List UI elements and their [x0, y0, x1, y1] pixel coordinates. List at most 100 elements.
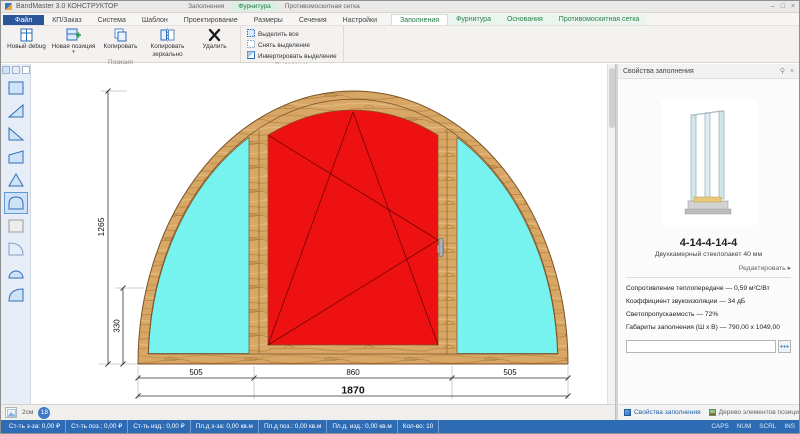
status-order-area: Пл.д з-за: 0,00 кв.м: [191, 420, 259, 433]
new-position-icon: [66, 28, 81, 42]
num-lock-indicator: NUM: [736, 423, 752, 430]
shape-arch-window[interactable]: [3, 192, 28, 214]
drawing-canvas[interactable]: 505 860 505 1870 1265 330: [31, 64, 615, 420]
contextual-tab-group: Заполнения Фурнитура Противомоскитная се…: [182, 2, 366, 11]
dim-label-left-width: 505: [189, 368, 203, 377]
glazing-name: 4-14-4-14-4: [679, 237, 738, 249]
status-product-cost: Ст-ть изд.: 0,00 ₽: [128, 420, 191, 433]
tab-bases[interactable]: Основания: [499, 14, 551, 25]
tab-settings[interactable]: Настройки: [335, 15, 385, 25]
mini-tool-window-icon[interactable]: [1, 66, 10, 74]
shape-rect-window[interactable]: [4, 77, 28, 99]
new-position-button[interactable]: Новая позиция ▾: [50, 27, 97, 54]
filling-search-input[interactable]: [626, 340, 776, 354]
filling-properties-icon: [624, 409, 631, 416]
dim-label-total-height: 1265: [96, 217, 106, 236]
tab-system[interactable]: Система: [90, 15, 134, 25]
delete-button[interactable]: Удалить: [191, 27, 238, 51]
ctx-tab-fillings[interactable]: Заполнения: [182, 2, 230, 11]
copy-button[interactable]: Копировать: [97, 27, 144, 51]
shape-quarter-arch-mirror[interactable]: [4, 284, 28, 306]
insert-indicator: INS: [784, 423, 795, 430]
new-debug-button[interactable]: Новый debug: [3, 27, 50, 51]
statusbar: Ст-ть з-за: 0,00 ₽ Ст-ть поз.: 0,00 ₽ Ст…: [1, 420, 799, 433]
ribbon-tabs: Файл КП/Заказ Система Шаблон Проектирова…: [1, 13, 799, 26]
vertical-scrollbar[interactable]: [607, 64, 615, 404]
close-button[interactable]: ×: [791, 2, 795, 12]
app-icon: [5, 3, 12, 10]
status-position-cost: Ст-ть поз.: 0,00 ₽: [66, 420, 129, 433]
mini-tool-layers-icon[interactable]: [11, 66, 20, 74]
tab-element-tree[interactable]: Дерево элементов позиции: [708, 409, 799, 416]
tab-mosquito-net[interactable]: Противомоскитная сетка: [551, 14, 648, 25]
glazing-description: Двухкамерный стеклопакет 40 мм: [654, 251, 763, 258]
tab-filling-properties[interactable]: Свойства заполнения: [624, 409, 701, 416]
dim-label-lower-height: 330: [113, 319, 122, 333]
tab-hardware[interactable]: Фурнитура: [448, 14, 499, 25]
element-tree-icon: [708, 409, 716, 416]
count-badge[interactable]: 18: [38, 406, 51, 419]
clear-selection-button[interactable]: Снять выделение: [247, 40, 337, 50]
tab-design[interactable]: Проектирование: [176, 15, 246, 25]
properties-panel: Свойства заполнения ⚲ × 4-14-4-14-4 Двух…: [618, 64, 799, 420]
copy-icon: [113, 28, 128, 42]
tab-dimensions[interactable]: Размеры: [246, 15, 291, 25]
prop-light-transmission: Светопропускаемость — 72%: [626, 311, 719, 319]
status-order-cost: Ст-ть з-за: 0,00 ₽: [4, 420, 67, 433]
shape-triangle[interactable]: [4, 169, 28, 191]
tab-file[interactable]: Файл: [3, 15, 45, 25]
copy-mirror-icon: [160, 28, 175, 42]
pin-icon[interactable]: ⚲: [780, 67, 785, 75]
dim-label-total-width: 1870: [341, 385, 365, 397]
select-all-icon: [247, 29, 255, 39]
edit-link[interactable]: Редактировать ▸: [626, 264, 791, 272]
status-quantity: Кол-во: 10: [398, 420, 440, 433]
dim-label-center-width: 860: [346, 368, 360, 377]
main-area: 505 860 505 1870 1265 330 2см 18 Свойств…: [1, 64, 799, 420]
select-all-button[interactable]: Выделить все: [247, 29, 337, 39]
delete-icon: [207, 28, 222, 42]
prop-sound-insulation: Коэффициент звукоизоляции — 34 дБ: [626, 298, 746, 306]
shape-trapezoid[interactable]: [4, 146, 28, 168]
window-controls: – □ ×: [771, 2, 795, 12]
new-debug-icon: [19, 28, 34, 42]
tab-fillings[interactable]: Заполнения: [391, 14, 449, 25]
ctx-tab-hardware[interactable]: Фурнитура: [232, 2, 277, 11]
clear-selection-icon: [247, 40, 255, 50]
tab-template[interactable]: Шаблон: [134, 15, 176, 25]
tab-sections[interactable]: Сечения: [291, 15, 335, 25]
panel-close-icon[interactable]: ×: [790, 68, 794, 75]
contextual-tabs: Заполнения Фурнитура Основания Противомо…: [391, 14, 648, 25]
shape-toolbar: [1, 64, 31, 420]
mini-tool-grid-icon[interactable]: [21, 66, 30, 74]
shape-quarter-arch[interactable]: [4, 238, 28, 260]
scrollbar-thumb[interactable]: [609, 68, 615, 128]
ctx-tab-mosquito-net[interactable]: Противомоскитная сетка: [279, 2, 366, 11]
window-handle[interactable]: [438, 237, 444, 258]
status-position-area: Пл.д поз.: 0,00 кв.м: [259, 420, 328, 433]
shape-triangle-left[interactable]: [4, 123, 28, 145]
preview-image-icon[interactable]: [5, 407, 17, 418]
scale-label[interactable]: 2см: [22, 409, 33, 416]
shape-plain-rect[interactable]: [4, 215, 28, 237]
status-product-area: Пл.д. изд.: 0,00 кв.м: [327, 420, 398, 433]
minimize-button[interactable]: –: [771, 2, 775, 12]
maximize-button[interactable]: □: [781, 2, 785, 12]
more-options-button[interactable]: [778, 340, 791, 354]
copy-mirror-button[interactable]: Копировать зеркально: [144, 27, 191, 58]
scroll-lock-indicator: SCRL: [759, 423, 777, 430]
ribbon-group-selection: Выделить все Снять выделение Инвертирова…: [241, 26, 344, 69]
caps-lock-indicator: CAPS: [711, 423, 729, 430]
shape-triangle-right[interactable]: [4, 100, 28, 122]
center-sash-glass-selected[interactable]: [267, 109, 439, 346]
panel-title: Свойства заполнения: [623, 67, 694, 75]
dim-label-right-width: 505: [503, 368, 517, 377]
invert-selection-button[interactable]: Инвертировать выделение: [247, 51, 337, 61]
invert-selection-icon: [247, 51, 255, 61]
titlebar: BandMaster 3.0 КОНСТРУКТОР Заполнения Фу…: [1, 1, 799, 13]
chevron-down-icon: ▾: [72, 48, 75, 55]
shape-semicircle[interactable]: [4, 261, 28, 283]
window-drawing: 505 860 505 1870 1265 330: [96, 88, 571, 399]
panel-bottom-tabs: Свойства заполнения Дерево элементов поз…: [618, 404, 799, 420]
tab-kp-order[interactable]: КП/Заказ: [44, 15, 89, 25]
